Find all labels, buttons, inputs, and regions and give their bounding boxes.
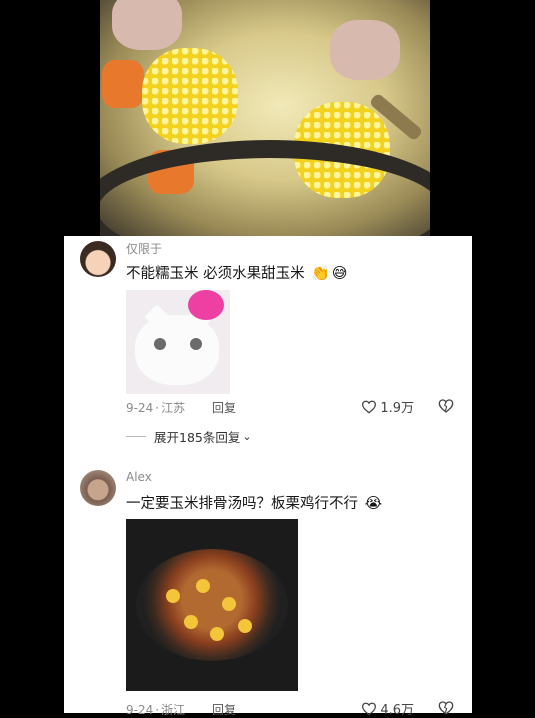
avatar[interactable] (80, 470, 116, 506)
chestnut (222, 597, 236, 611)
meat-chunk (330, 20, 400, 80)
avatar[interactable] (80, 241, 116, 277)
comment-text-body: 一定要玉米排骨汤吗？板栗鸡行不行 (126, 496, 358, 512)
pink-bow (188, 290, 224, 320)
heart-outline-icon (362, 400, 377, 414)
comment-date: 9-24 (126, 703, 154, 717)
comment-meta: 9-24 · 江苏 (126, 401, 186, 415)
reply-button[interactable]: 回复 (212, 399, 236, 416)
comment-meta: 9-24 · 浙江 (126, 703, 186, 717)
heart-outline-icon (362, 702, 377, 716)
comments-panel: 仅限于 不能糯玉米 必须水果甜玉米 👏😅 9-24·江苏 回复 1.9万 (64, 236, 472, 718)
crying-emoji: 😭 (364, 494, 383, 512)
broken-heart-icon[interactable] (438, 700, 454, 716)
clap-emoji: 👏 (311, 264, 330, 282)
meat-chunk (112, 0, 182, 50)
carrot-piece (102, 60, 144, 108)
video-frame[interactable] (100, 0, 430, 236)
like-count: 4.6万 (380, 703, 414, 718)
chestnut (196, 579, 210, 593)
chestnut (238, 619, 252, 633)
comment-text-body: 不能糯玉米 必须水果甜玉米 (126, 266, 305, 282)
comment-text: 不能糯玉米 必须水果甜玉米 👏 😅 (126, 262, 348, 283)
like-count: 1.9万 (380, 401, 414, 416)
comment-image-chestnut-chicken[interactable] (126, 519, 298, 691)
username[interactable]: Alex (126, 470, 152, 484)
corn-cob (142, 48, 238, 144)
sweat-smile-emoji: 😅 (331, 264, 348, 282)
like-button[interactable]: 4.6万 (361, 699, 414, 718)
cat-eye (190, 338, 202, 350)
chestnut (184, 615, 198, 629)
comment-image-cat-sticker[interactable] (126, 290, 230, 394)
username[interactable]: 仅限于 (126, 240, 162, 257)
chestnut (210, 627, 224, 641)
comment-location: 浙江 (161, 703, 186, 717)
chestnut (166, 589, 180, 603)
expand-replies[interactable]: 展开185条回复 ⌄ (126, 427, 252, 446)
comment-text: 一定要玉米排骨汤吗？板栗鸡行不行 😭 (126, 492, 382, 513)
cat-face (134, 314, 220, 386)
expand-replies-label: 展开185条回复 (154, 430, 241, 445)
reply-button[interactable]: 回复 (212, 701, 236, 718)
cat-eye (154, 338, 166, 350)
comment-date: 9-24 (126, 401, 154, 415)
divider-line (126, 436, 146, 437)
like-button[interactable]: 1.9万 (361, 397, 414, 416)
chevron-down-icon: ⌄ (242, 430, 252, 443)
pot-rim (100, 140, 430, 236)
clay-pot (136, 549, 288, 661)
broken-heart-icon[interactable] (438, 398, 454, 414)
comment-location: 江苏 (161, 401, 186, 415)
